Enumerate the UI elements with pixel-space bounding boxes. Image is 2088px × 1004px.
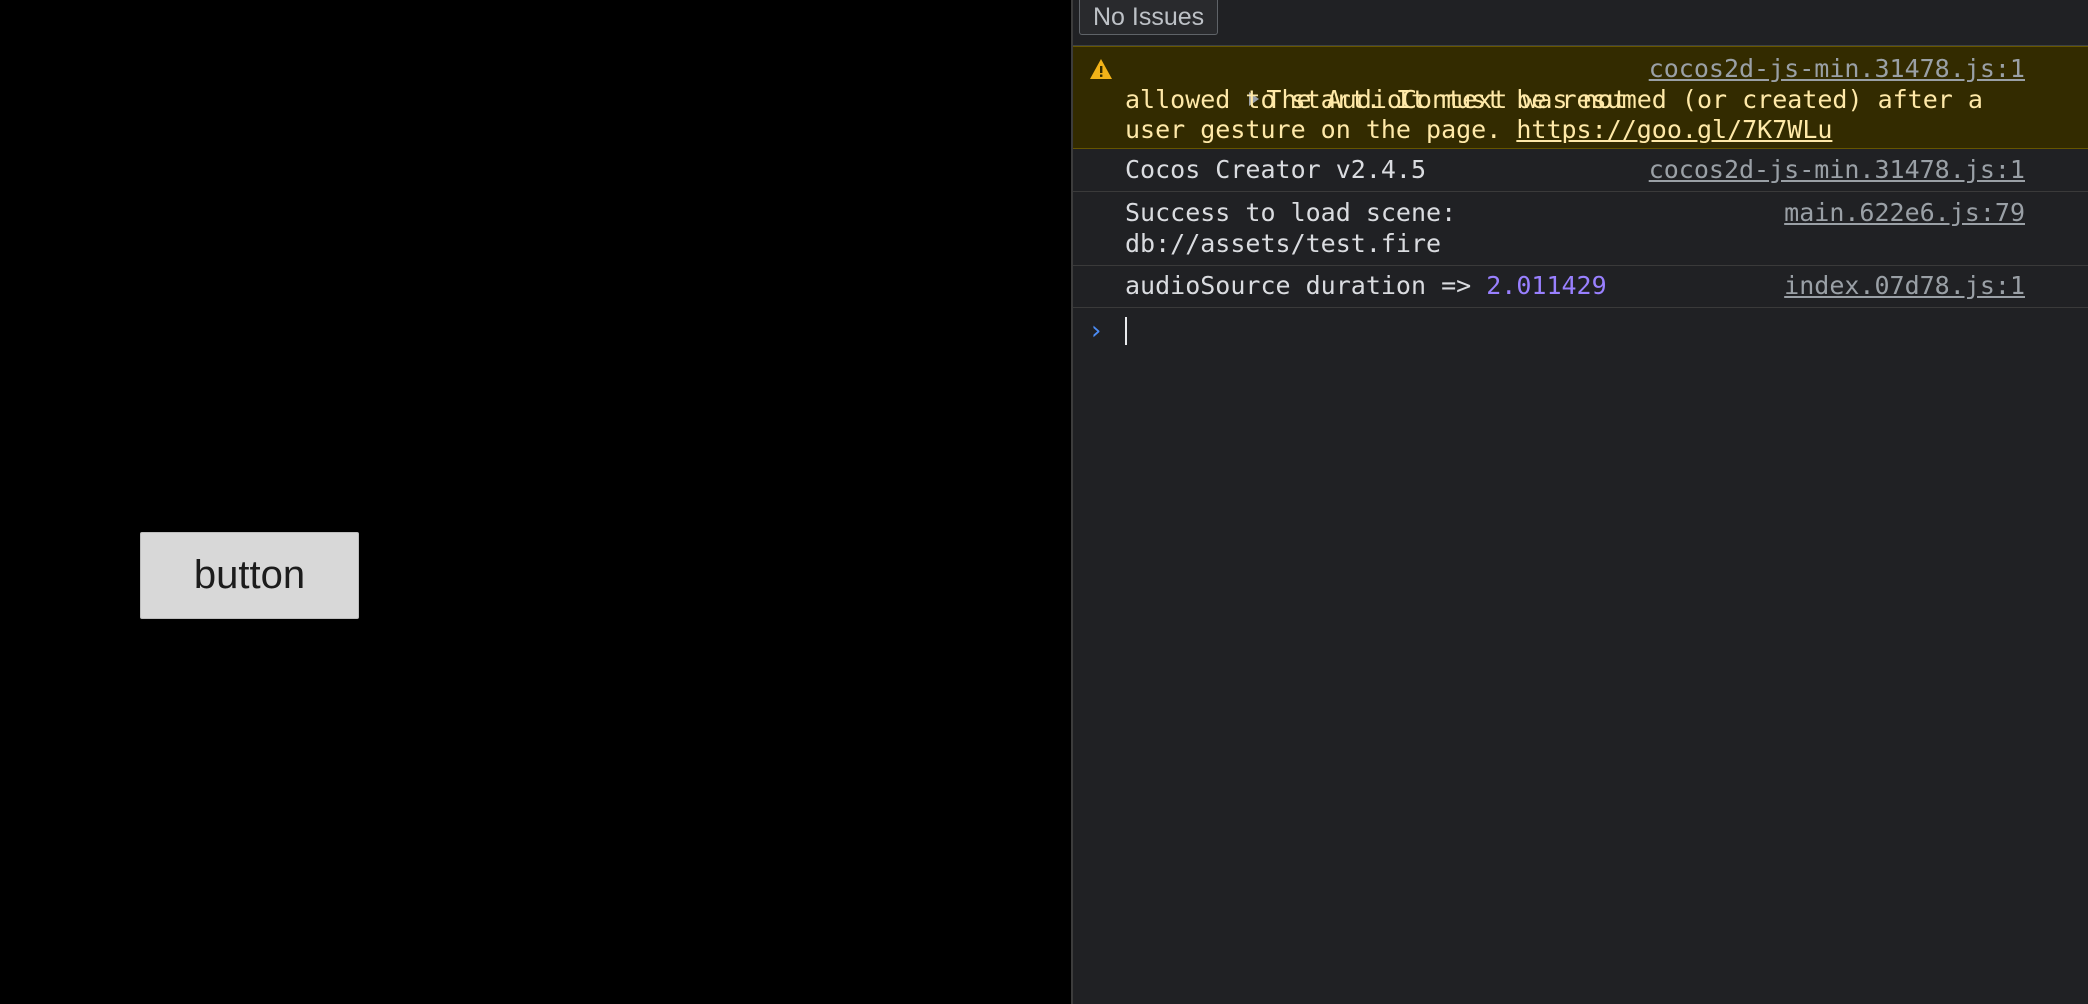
log-number-value: 2.011429	[1486, 271, 1607, 300]
log-source-link[interactable]: index.07d78.js:1	[1784, 271, 2025, 302]
log-source-link[interactable]: main.622e6.js:79	[1784, 198, 2025, 229]
warning-triangle-icon	[1090, 59, 1112, 79]
devtools-console-panel: No Issues The AudioContext was not allow…	[1071, 0, 2088, 1004]
console-prompt[interactable]: ›	[1073, 308, 2088, 353]
warning-line-3-text: user gesture on the page.	[1125, 115, 1517, 144]
console-toolbar: No Issues	[1073, 0, 2088, 46]
console-log-message[interactable]: audioSource duration => 2.011429 index.0…	[1073, 266, 2088, 308]
log-text-label: audioSource duration =>	[1125, 271, 1487, 300]
issues-button[interactable]: No Issues	[1079, 0, 1219, 35]
log-text-line-2: db://assets/test.fire	[1125, 228, 1442, 258]
console-log-message[interactable]: Cocos Creator v2.4.5 cocos2d-js-min.3147…	[1073, 149, 2088, 192]
chevron-right-icon: ›	[1091, 316, 1102, 346]
game-button[interactable]: button	[140, 532, 359, 619]
console-warning-message[interactable]: The AudioContext was not allowed to star…	[1073, 46, 2088, 149]
warning-source-link[interactable]: cocos2d-js-min.31478.js:1	[1649, 54, 2025, 85]
warning-line-3: user gesture on the page. https://goo.gl…	[1125, 115, 2041, 146]
text-caret	[1125, 317, 1127, 345]
warning-help-link[interactable]: https://goo.gl/7K7WLu	[1516, 115, 1832, 144]
console-messages: The AudioContext was not allowed to star…	[1073, 46, 2088, 353]
warning-line-2: allowed to start. It must be resumed (or…	[1125, 84, 1983, 114]
game-canvas[interactable]: button	[0, 0, 1071, 1004]
console-log-message[interactable]: Success to load scene: db://assets/test.…	[1073, 192, 2088, 266]
log-source-link[interactable]: cocos2d-js-min.31478.js:1	[1649, 155, 2025, 186]
